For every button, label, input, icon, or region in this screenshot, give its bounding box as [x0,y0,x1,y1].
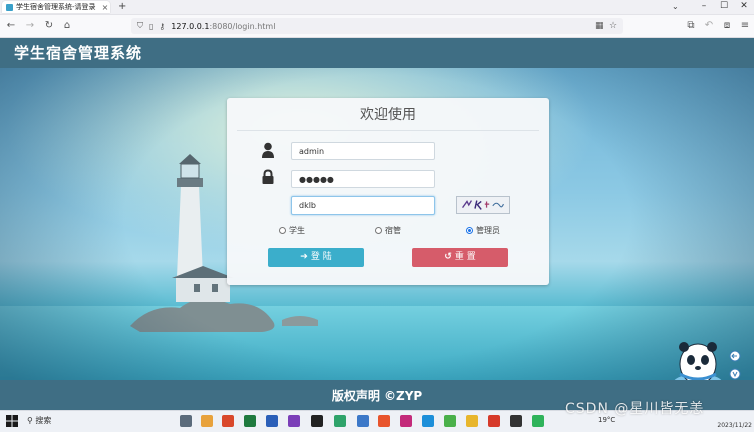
key-icon: ⚷ [159,21,166,31]
tab-favicon-icon [6,3,13,11]
taskbar-search-label: 搜索 [35,416,52,425]
tab-list-chevron-icon[interactable]: ⌄ [672,0,679,13]
maximize-button[interactable]: ☐ [716,0,732,13]
login-panel: 欢迎使用 学生 宿管 管理员 ➔登 陆 ↺重 置 [227,98,549,285]
home-icon[interactable]: ⌂ [60,19,74,33]
wechat-icon[interactable] [532,415,544,427]
role-label-dorm-manager: 宿管 [385,226,401,235]
windows-start-icon[interactable] [6,415,18,427]
arrow-right-icon: ➔ [300,252,308,262]
browser-nav-bar: ← → ↻ ⌂ ⛉ ▯ ⚷ 127.0.0.1:8080/login.html … [0,15,754,38]
word-icon[interactable] [266,415,278,427]
forward-arrow-icon[interactable]: → [23,19,37,33]
mascot-controls[interactable] [728,350,742,380]
menu-icon[interactable]: ≡ [738,19,752,33]
login-button-label: 登 陆 [310,252,332,262]
extensions-icon[interactable]: ⧈ [720,19,734,33]
role-option-dorm-manager[interactable]: 宿管 [375,225,401,236]
file-explorer-icon[interactable] [466,415,478,427]
qq-icon[interactable] [510,415,522,427]
role-option-student[interactable]: 学生 [279,225,305,236]
csdn-watermark: CSDN @星川皆无恙 [565,401,705,417]
role-label-admin: 管理员 [476,226,500,235]
reset-button-label: 重 置 [454,252,476,262]
firefox-icon[interactable] [378,415,390,427]
user-icon [262,142,274,158]
login-button[interactable]: ➔ 登 陆 [268,248,364,267]
undo-icon[interactable]: ↶ [702,19,716,33]
shield-icon: ⛉ [137,21,143,30]
minimize-button[interactable]: – [696,0,712,13]
browser-tab[interactable]: 学生宿舍管理系统-请登录 × [2,1,110,13]
edge-icon[interactable] [422,415,434,427]
address-bar[interactable]: ⛉ ▯ ⚷ 127.0.0.1:8080/login.html ▦ ☆ [131,18,623,34]
username-input[interactable] [291,142,435,160]
panel-divider [237,130,539,131]
panda-mascot-image [674,342,722,380]
role-radio-student[interactable] [279,227,286,234]
site-title: 学生宿舍管理系统 [14,44,143,62]
taskbar-search[interactable]: ⚲ 搜索 [27,414,51,428]
tab-title: 学生宿舍管理系统-请登录 [16,3,96,11]
excel-icon[interactable] [244,415,256,427]
login-title: 欢迎使用 [360,107,416,123]
captcha-input[interactable] [291,196,435,215]
page-header: 学生宿舍管理系统 [0,38,754,68]
chrome-icon[interactable] [444,415,456,427]
app-icon-1[interactable] [201,415,213,427]
role-radio-dorm-manager[interactable] [375,227,382,234]
app-icon-4[interactable] [357,415,369,427]
reset-button[interactable]: ↺ 重 置 [412,248,508,267]
reload-icon[interactable]: ↻ [42,19,56,33]
reset-icon: ↺ [444,252,452,262]
role-label-student: 学生 [289,226,305,235]
tab-close-button[interactable]: × [100,3,110,12]
captcha-image[interactable] [456,196,510,214]
app-icon-5[interactable] [400,415,412,427]
role-option-admin[interactable]: 管理员 [466,225,500,236]
app-icon-3[interactable] [334,415,346,427]
url-path: :8080/login.html [209,21,276,31]
qr-icon[interactable]: ▦ [595,18,604,34]
powerpoint-icon[interactable] [222,415,234,427]
browser-tab-bar: 学生宿舍管理系统-请登录 × + ⌄ – ☐ ✕ [0,0,754,15]
wps-icon[interactable] [488,415,500,427]
role-radio-admin[interactable] [466,227,473,234]
page-icon: ▯ [149,21,154,31]
back-arrow-icon[interactable]: ← [4,19,18,33]
star-icon[interactable]: ☆ [609,18,617,34]
crop-icon[interactable]: ⧉ [684,19,698,33]
close-window-button[interactable]: ✕ [736,0,752,13]
lock-icon [262,169,274,184]
search-icon: ⚲ [27,416,33,425]
app-icon-2[interactable] [311,415,323,427]
password-input[interactable] [291,170,435,188]
new-tab-button[interactable]: + [118,0,126,13]
onenote-icon[interactable] [288,415,300,427]
taskbar-clock[interactable]: 2023/11/22 [710,412,752,430]
url-host: 127.0.0.1 [171,21,210,31]
task-view-icon[interactable] [180,415,192,427]
taskbar-date: 2023/11/22 [717,422,752,429]
